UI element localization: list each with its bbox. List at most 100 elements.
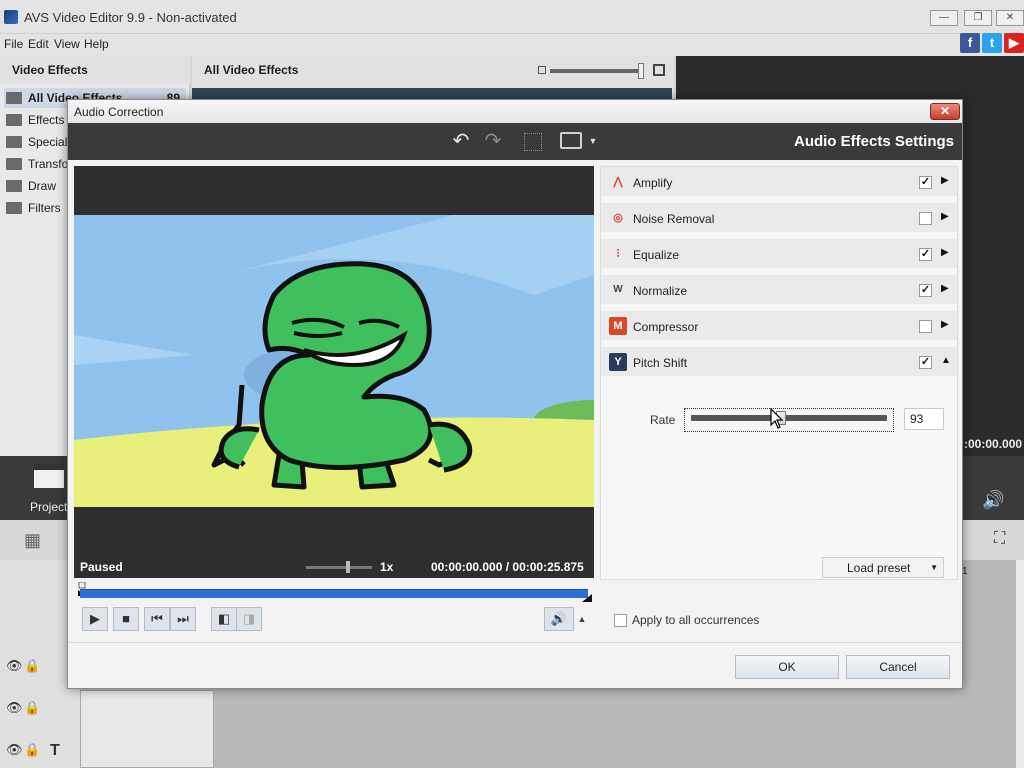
- effect-checkbox[interactable]: ✓: [919, 248, 932, 261]
- storyboard-icon[interactable]: ▦: [24, 530, 41, 551]
- folder-icon: [6, 114, 22, 126]
- previous-frame-button[interactable]: ⏮: [144, 607, 170, 631]
- rate-slider-track[interactable]: [691, 415, 887, 421]
- video-frame-image: [74, 215, 594, 507]
- playback-status-bar: Paused 1x 00:00:00.000 / 00:00:25.875: [74, 556, 594, 578]
- monitor-icon[interactable]: [560, 132, 582, 149]
- timeline-clip[interactable]: [80, 690, 214, 768]
- category-label: Effects: [28, 113, 65, 127]
- equalize-icon: ⫶: [616, 248, 620, 260]
- speed-slider-thumb[interactable]: [346, 561, 350, 573]
- main-volume-icon[interactable]: 🔊: [982, 490, 1004, 511]
- mark-out-button[interactable]: ◨: [236, 607, 262, 631]
- volume-button[interactable]: 🔊: [544, 607, 574, 631]
- eye-icon[interactable]: 👁: [6, 658, 23, 674]
- dialog-toolbar: ↶ ↷ ▼ Audio Effects Settings: [68, 123, 962, 160]
- fit-timeline-icon[interactable]: ⛶: [994, 530, 1005, 548]
- menu-help[interactable]: Help: [84, 37, 109, 51]
- undo-icon[interactable]: ↶: [448, 129, 474, 153]
- expand-arrow-icon[interactable]: ▶: [941, 247, 949, 258]
- compressor-icon: M: [609, 317, 627, 335]
- effect-row-pitch-shift[interactable]: Y Pitch Shift ✓ ▲: [601, 347, 957, 377]
- category-label: Filters: [28, 201, 61, 215]
- apply-to-all-checkbox[interactable]: [614, 614, 627, 627]
- rate-label: Rate: [650, 413, 676, 427]
- expand-arrow-icon[interactable]: ▶: [941, 211, 949, 222]
- load-preset-label: Load preset: [847, 561, 911, 575]
- footer-divider: [68, 642, 962, 643]
- facebook-icon[interactable]: f: [960, 33, 980, 53]
- restore-button[interactable]: ❐: [964, 10, 992, 26]
- effect-checkbox[interactable]: [919, 320, 932, 333]
- effect-row-normalize[interactable]: W Normalize ✓ ▶: [601, 275, 957, 305]
- audio-effects-list: ⋀ Amplify ✓ ▶ ◎ Noise Removal ▶ ⫶ Equali…: [600, 166, 958, 580]
- youtube-icon[interactable]: ▶: [1004, 33, 1024, 53]
- next-frame-button[interactable]: ⏭: [170, 607, 196, 631]
- dialog-title: Audio Correction: [74, 105, 164, 119]
- effect-row-noise-removal[interactable]: ◎ Noise Removal ▶: [601, 203, 957, 233]
- effect-checkbox[interactable]: ✓: [919, 284, 932, 297]
- category-label: Transfo: [28, 157, 69, 171]
- playback-time: 00:00:00.000 / 00:00:25.875: [431, 560, 584, 574]
- collapse-arrow-icon[interactable]: ▲: [941, 355, 951, 366]
- dropdown-arrow-icon[interactable]: ▼: [586, 129, 600, 153]
- eye-icon[interactable]: 👁: [6, 742, 23, 758]
- play-button[interactable]: ▶: [82, 607, 108, 631]
- menubar: File Edit View Help: [0, 34, 1024, 56]
- zoom-large-icon[interactable]: [653, 64, 665, 76]
- clapperboard-icon: [34, 464, 64, 488]
- mark-in-button[interactable]: ◧: [211, 607, 237, 631]
- effect-label: Amplify: [633, 176, 673, 190]
- lock-icon[interactable]: 🔒: [24, 742, 40, 758]
- expand-arrow-icon[interactable]: ▶: [941, 283, 949, 294]
- effect-label: Equalize: [633, 248, 680, 262]
- scrub-end-marker[interactable]: [582, 594, 592, 602]
- lock-icon[interactable]: 🔒: [24, 700, 40, 716]
- gallery-title: All Video Effects: [204, 63, 299, 77]
- zoom-slider[interactable]: [550, 69, 642, 73]
- lock-icon[interactable]: 🔒: [24, 658, 40, 674]
- effect-row-amplify[interactable]: ⋀ Amplify ✓ ▶: [601, 167, 957, 197]
- timeline-scrubber[interactable]: [80, 589, 588, 598]
- dialog-close-button[interactable]: ✕: [930, 103, 960, 120]
- project-button[interactable]: Project: [28, 462, 72, 514]
- expand-arrow-icon[interactable]: ▶: [941, 175, 949, 186]
- apply-to-all-label[interactable]: Apply to all occurrences: [632, 613, 759, 627]
- main-timecode: :00:00.000: [964, 437, 1023, 451]
- effect-checkbox[interactable]: ✓: [919, 356, 932, 369]
- effect-label: Pitch Shift: [633, 356, 688, 370]
- mouse-cursor-icon: [770, 408, 784, 429]
- project-label: Project: [30, 500, 68, 514]
- twitter-icon[interactable]: t: [982, 33, 1002, 53]
- cancel-button[interactable]: Cancel: [846, 655, 950, 679]
- redo-icon[interactable]: ↷: [480, 129, 506, 153]
- audio-correction-dialog: Audio Correction ✕ ↶ ↷ ▼ Audio Effects S…: [67, 99, 963, 689]
- eye-icon[interactable]: 👁: [6, 700, 23, 716]
- video-effects-header: Video Effects: [0, 56, 190, 84]
- playback-speed: 1x: [380, 560, 394, 574]
- effect-checkbox[interactable]: [919, 212, 932, 225]
- folder-icon: [6, 92, 22, 104]
- menu-edit[interactable]: Edit: [28, 37, 49, 51]
- effect-row-compressor[interactable]: M Compressor ▶: [601, 311, 957, 341]
- ok-button[interactable]: OK: [735, 655, 839, 679]
- zoom-small-icon[interactable]: [538, 66, 546, 74]
- volume-arrow-icon[interactable]: ▲: [574, 607, 590, 631]
- grid-icon[interactable]: [524, 133, 542, 151]
- effect-row-equalize[interactable]: ⫶ Equalize ✓ ▶: [601, 239, 957, 269]
- timeline-scrollbar[interactable]: [1016, 560, 1024, 768]
- minimize-button[interactable]: —: [930, 10, 958, 26]
- rate-value-input[interactable]: 93: [904, 408, 944, 430]
- load-preset-dropdown[interactable]: Load preset ▼: [822, 557, 944, 578]
- noise-removal-icon: ◎: [613, 212, 623, 224]
- speed-slider[interactable]: [306, 566, 372, 569]
- stop-button[interactable]: ■: [113, 607, 139, 631]
- menu-file[interactable]: File: [4, 37, 23, 51]
- expand-arrow-icon[interactable]: ▶: [941, 319, 949, 330]
- app-titlebar: AVS Video Editor 9.9 - Non-activated — ❐…: [0, 0, 1024, 34]
- zoom-slider-thumb[interactable]: [638, 63, 644, 79]
- close-window-button[interactable]: ✕: [996, 10, 1024, 26]
- rate-slider[interactable]: [684, 408, 894, 432]
- effect-checkbox[interactable]: ✓: [919, 176, 932, 189]
- menu-view[interactable]: View: [54, 37, 80, 51]
